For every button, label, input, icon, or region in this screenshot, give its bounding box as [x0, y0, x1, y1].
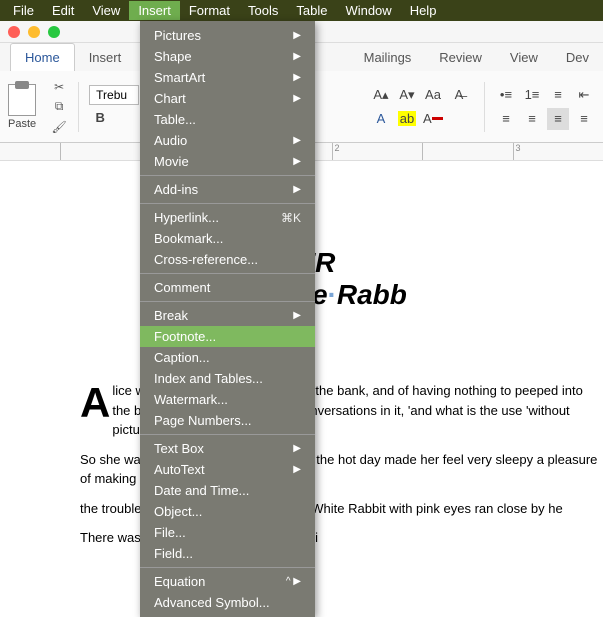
- insert-menu-dropdown: Pictures ▶Shape ▶SmartArt ▶Chart ▶Table.…: [140, 21, 315, 617]
- menu-item-movie[interactable]: Movie ▶: [140, 151, 315, 172]
- paste-icon[interactable]: [8, 84, 36, 116]
- decrease-font-icon[interactable]: A▾: [396, 84, 418, 106]
- align-left-icon[interactable]: ≡: [495, 108, 517, 130]
- tab-review[interactable]: Review: [425, 44, 496, 71]
- font-family-select[interactable]: Trebu: [89, 85, 139, 105]
- text-effects-icon[interactable]: A: [370, 108, 392, 130]
- menu-item-autotext[interactable]: AutoText ▶: [140, 459, 315, 480]
- font-color-icon[interactable]: A: [422, 108, 444, 130]
- bold-button[interactable]: B: [89, 107, 111, 129]
- menu-item-table[interactable]: Table...: [140, 109, 315, 130]
- menu-item-footnote[interactable]: Footnote...: [140, 326, 315, 347]
- menu-item-cross-reference[interactable]: Cross-reference...: [140, 249, 315, 270]
- menu-item-field[interactable]: Field...: [140, 543, 315, 564]
- menu-help[interactable]: Help: [401, 1, 446, 20]
- change-case-icon[interactable]: Aa: [422, 84, 444, 106]
- menu-item-add-ins[interactable]: Add-ins ▶: [140, 179, 315, 200]
- tab-home[interactable]: Home: [10, 43, 75, 71]
- menu-item-audio[interactable]: Audio ▶: [140, 130, 315, 151]
- menu-item-advanced-symbol[interactable]: Advanced Symbol...: [140, 592, 315, 613]
- menu-item-index-and-tables[interactable]: Index and Tables...: [140, 368, 315, 389]
- increase-font-icon[interactable]: A▴: [370, 84, 392, 106]
- menu-item-caption[interactable]: Caption...: [140, 347, 315, 368]
- justify-icon[interactable]: ≡: [573, 108, 595, 130]
- system-menubar: File Edit View Insert Format Tools Table…: [0, 0, 603, 21]
- menu-tools[interactable]: Tools: [239, 1, 287, 20]
- menu-item-text-box[interactable]: Text Box ▶: [140, 438, 315, 459]
- menu-table[interactable]: Table: [287, 1, 336, 20]
- menu-item-date-and-time[interactable]: Date and Time...: [140, 480, 315, 501]
- menu-item-equation[interactable]: Equation^ ▶: [140, 571, 315, 592]
- align-right-icon[interactable]: ≡: [547, 108, 569, 130]
- decrease-indent-icon[interactable]: ⇤: [573, 84, 595, 106]
- menu-format[interactable]: Format: [180, 1, 239, 20]
- numbering-icon[interactable]: 1≡: [521, 84, 543, 106]
- format-painter-icon[interactable]: 🖌: [50, 118, 68, 136]
- menu-item-file[interactable]: File...: [140, 522, 315, 543]
- minimize-window-button[interactable]: [28, 26, 40, 38]
- menu-item-bookmark[interactable]: Bookmark...: [140, 228, 315, 249]
- menu-file[interactable]: File: [4, 1, 43, 20]
- menu-item-pictures[interactable]: Pictures ▶: [140, 25, 315, 46]
- highlight-icon[interactable]: ab: [396, 108, 418, 130]
- menu-item-hyperlink[interactable]: Hyperlink...⌘K: [140, 207, 315, 228]
- menu-item-page-numbers[interactable]: Page Numbers...: [140, 410, 315, 431]
- paste-label: Paste: [8, 118, 36, 130]
- menu-edit[interactable]: Edit: [43, 1, 83, 20]
- tab-insert[interactable]: Insert: [75, 44, 136, 71]
- menu-item-shape[interactable]: Shape ▶: [140, 46, 315, 67]
- menu-item-watermark[interactable]: Watermark...: [140, 389, 315, 410]
- bullets-icon[interactable]: •≡: [495, 84, 517, 106]
- menu-insert[interactable]: Insert: [129, 1, 180, 20]
- menu-item-chart[interactable]: Chart ▶: [140, 88, 315, 109]
- menu-item-break[interactable]: Break ▶: [140, 305, 315, 326]
- copy-icon[interactable]: ⧉: [50, 98, 68, 116]
- drop-cap: A: [80, 381, 112, 421]
- multilevel-list-icon[interactable]: ≡: [547, 84, 569, 106]
- tab-view[interactable]: View: [496, 44, 552, 71]
- tab-developer[interactable]: Dev: [552, 44, 603, 71]
- clear-formatting-icon[interactable]: A̶: [448, 84, 470, 106]
- menu-view[interactable]: View: [83, 1, 129, 20]
- cut-icon[interactable]: ✂: [50, 78, 68, 96]
- tab-mailings[interactable]: Mailings: [350, 44, 426, 71]
- menu-item-smartart[interactable]: SmartArt ▶: [140, 67, 315, 88]
- close-window-button[interactable]: [8, 26, 20, 38]
- align-center-icon[interactable]: ≡: [521, 108, 543, 130]
- menu-item-object[interactable]: Object...: [140, 501, 315, 522]
- zoom-window-button[interactable]: [48, 26, 60, 38]
- menu-item-comment[interactable]: Comment: [140, 277, 315, 298]
- menu-window[interactable]: Window: [336, 1, 400, 20]
